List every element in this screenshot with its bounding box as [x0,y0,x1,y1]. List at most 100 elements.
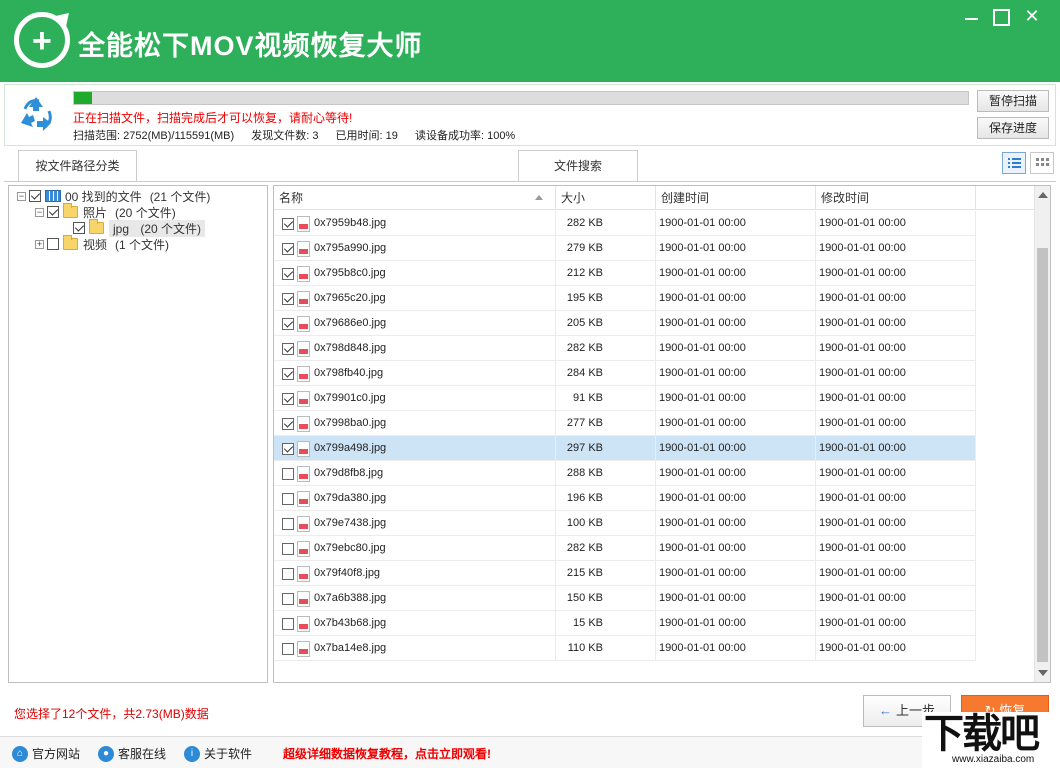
created-time: 1900-01-01 00:00 [656,336,816,361]
row-checkbox[interactable] [282,417,294,430]
file-size: 284 KB [556,361,656,386]
row-checkbox[interactable] [282,242,294,255]
modified-time: 1900-01-01 00:00 [816,586,976,611]
file-name-cell: 0x7959b48.jpg [274,211,556,236]
row-checkbox[interactable] [282,292,294,305]
table-row[interactable]: 0x79686e0.jpg 205 KB 1900-01-01 00:00 1900-… [274,311,976,336]
column-header-size[interactable]: 大小 [556,186,656,210]
table-row[interactable]: 0x79901c0.jpg 91 KB 1900-01-01 00:00 1900-0… [274,386,976,411]
row-checkbox[interactable] [282,367,294,380]
online-support-link[interactable]: ● 客服在线 [98,745,166,762]
maximize-icon[interactable] [988,4,1012,28]
tree-checkbox-root[interactable] [29,190,41,202]
file-name-cell: 0x798d848.jpg [274,336,556,361]
table-row[interactable]: 0x79da380.jpg 196 KB 1900-01-01 00:00 1900-… [274,486,976,511]
table-row[interactable]: 0x7998ba0.jpg 277 KB 1900-01-01 00:00 1900-… [274,411,976,436]
close-icon[interactable]: ✕ [1020,4,1044,28]
table-row[interactable]: 0x79e7438.jpg 100 KB 1900-01-01 00:00 1900-… [274,511,976,536]
table-row[interactable]: 0x7959b48.jpg 282 KB 1900-01-01 00:00 1900-… [274,211,976,236]
row-checkbox[interactable] [282,492,294,505]
column-header-created[interactable]: 创建时间 [656,186,816,210]
file-size: 279 KB [556,236,656,261]
vertical-scrollbar[interactable] [1034,186,1050,682]
column-header-modified[interactable]: 修改时间 [816,186,976,210]
scroll-thumb[interactable] [1037,248,1048,662]
table-row[interactable]: 0x79ebc80.jpg 282 KB 1900-01-01 00:00 1900-… [274,536,976,561]
collapse-icon[interactable]: − [17,191,26,201]
file-size: 282 KB [556,211,656,236]
modified-time: 1900-01-01 00:00 [816,236,976,261]
row-checkbox[interactable] [282,517,294,530]
file-size: 196 KB [556,486,656,511]
tree-checkbox-jpg[interactable] [73,222,85,234]
row-checkbox[interactable] [282,342,294,355]
tree-checkbox-videos[interactable] [47,238,59,250]
title-bar: + 全能松下MOV视频恢复大师 ✕ [0,0,1060,82]
row-checkbox[interactable] [282,617,294,630]
tree-count: (21 个文件) [149,189,211,204]
tab-file-search[interactable]: 文件搜索 [518,150,638,182]
row-checkbox[interactable] [282,642,294,655]
file-name-cell: 0x7b43b68.jpg [274,611,556,636]
tree-node-videos[interactable]: + 视频 (1 个文件) [35,235,169,252]
table-row[interactable]: 0x795b8c0.jpg 212 KB 1900-01-01 00:00 1900-… [274,261,976,286]
file-size: 277 KB [556,411,656,436]
list-view-icon[interactable] [1002,152,1026,174]
row-checkbox[interactable] [282,592,294,605]
file-size: 150 KB [556,586,656,611]
table-row[interactable]: 0x7a6b388.jpg 150 KB 1900-01-01 00:00 1900-… [274,586,976,611]
collapse-icon[interactable]: − [35,207,44,217]
jpg-file-icon [297,365,310,382]
table-row[interactable]: 0x799a498.jpg 297 KB 1900-01-01 00:00 1900-… [274,436,976,461]
table-row[interactable]: 0x798d848.jpg 282 KB 1900-01-01 00:00 1900-… [274,336,976,361]
tree-node-jpg[interactable]: jpg (20 个文件) [73,219,206,237]
table-row[interactable]: 0x795a990.jpg 279 KB 1900-01-01 00:00 1900-… [274,236,976,261]
created-time: 1900-01-01 00:00 [656,311,816,336]
row-checkbox[interactable] [282,442,294,455]
minimize-icon[interactable] [960,4,984,28]
table-row[interactable]: 0x7b43b68.jpg 15 KB 1900-01-01 00:00 1900-0… [274,611,976,636]
table-row[interactable]: 0x7965c20.jpg 195 KB 1900-01-01 00:00 1900-… [274,286,976,311]
tab-by-path[interactable]: 按文件路径分类 [18,150,137,182]
row-checkbox[interactable] [282,392,294,405]
table-row[interactable]: 0x79f40f8.jpg 215 KB 1900-01-01 00:00 1900-… [274,561,976,586]
file-name-cell: 0x79901c0.jpg [274,386,556,411]
jpg-file-icon [297,315,310,332]
table-row[interactable]: 0x798fb40.jpg 284 KB 1900-01-01 00:00 1900-… [274,361,976,386]
grid-view-icon[interactable] [1030,152,1054,174]
row-checkbox[interactable] [282,217,294,230]
tutorial-promo-link[interactable]: 超级详细数据恢复教程，点击立即观看! [283,745,491,762]
file-size: 205 KB [556,311,656,336]
folder-icon [63,203,78,218]
tree-checkbox-photos[interactable] [47,206,59,218]
jpg-file-icon [297,390,310,407]
tree-node-root[interactable]: − 00 找到的文件 (21 个文件) [17,188,210,204]
scroll-up-icon[interactable] [1038,192,1048,198]
about-software-link[interactable]: i 关于软件 [184,745,252,762]
table-row[interactable]: 0x7ba14e8.jpg 110 KB 1900-01-01 00:00 1900-… [274,636,976,661]
save-progress-button[interactable]: 保存进度 [977,117,1049,139]
online-support-label: 客服在线 [118,747,167,761]
row-checkbox[interactable] [282,267,294,280]
pause-scan-button[interactable]: 暂停扫描 [977,90,1049,112]
official-website-link[interactable]: ⌂ 官方网站 [12,745,80,762]
app-title: 全能松下MOV视频恢复大师 [78,31,423,61]
tree-label: 视频 [83,237,108,252]
scroll-down-icon[interactable] [1038,670,1048,676]
file-name: 0x79901c0.jpg [314,392,386,404]
table-row[interactable]: 0x79d8fb8.jpg 288 KB 1900-01-01 00:00 1900-… [274,461,976,486]
created-time: 1900-01-01 00:00 [656,411,816,436]
tree-node-photos[interactable]: − 照片 (20 个文件) [35,203,176,220]
row-checkbox[interactable] [282,567,294,580]
expand-icon[interactable]: + [35,239,44,249]
jpg-file-icon [297,590,310,607]
row-checkbox[interactable] [282,317,294,330]
row-checkbox[interactable] [282,542,294,555]
column-header-name[interactable]: 名称 [274,186,556,210]
file-list: 名称 大小 创建时间 修改时间 0x7959b48.jpg 282 KB 1900-… [273,185,1051,683]
row-checkbox[interactable] [282,467,294,480]
file-name-cell: 0x79da380.jpg [274,486,556,511]
jpg-file-icon [297,465,310,482]
file-name: 0x795b8c0.jpg [314,267,386,279]
file-size: 195 KB [556,286,656,311]
